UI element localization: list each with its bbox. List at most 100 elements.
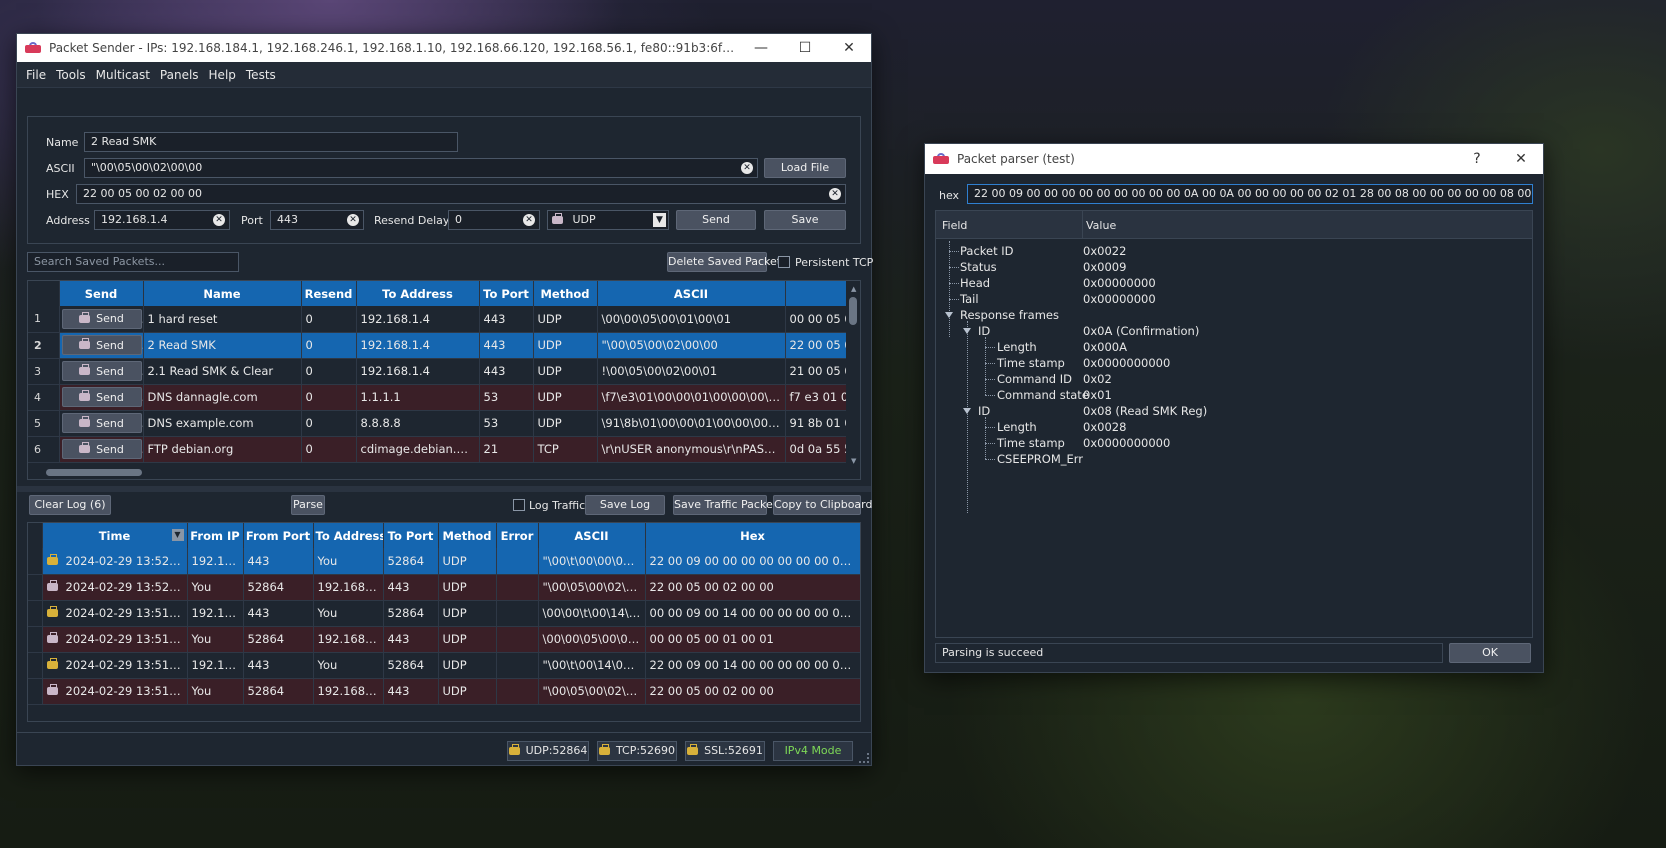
vertical-scrollbar[interactable]: ▲ ▼ (846, 281, 860, 467)
minimize-icon[interactable]: — (739, 34, 783, 62)
menu-tests[interactable]: Tests (241, 68, 281, 82)
col-method[interactable]: Method (533, 281, 598, 306)
search-input[interactable]: Search Saved Packets... (27, 252, 239, 272)
splitter-handle[interactable] (17, 486, 871, 492)
col-to-port[interactable]: To Port (383, 523, 439, 548)
load-file-button[interactable]: Load File (764, 158, 846, 178)
save-traffic-packet-button[interactable]: Save Traffic Packet (673, 495, 777, 515)
row-send-button[interactable]: Send (61, 387, 142, 407)
copy-to-clipboard-button[interactable]: Copy to Clipboard (773, 495, 872, 515)
tree-field[interactable]: Command ID (997, 372, 1072, 386)
menu-file[interactable]: File (21, 68, 51, 82)
menu-tools[interactable]: Tools (51, 68, 91, 82)
clear-log-button[interactable]: Clear Log (6) (29, 495, 111, 515)
tree-field[interactable]: CSEEPROM_Err (997, 452, 1083, 466)
col-ascii[interactable]: ASCII (538, 523, 646, 548)
log-row[interactable]: 2024-02-29 13:51:33.935 192.168.... 443 … (28, 652, 860, 679)
collapse-response-frames-icon[interactable] (945, 312, 953, 318)
delete-saved-packet-button[interactable]: Delete Saved Packet (667, 252, 781, 272)
log-traffic-checkbox[interactable] (513, 499, 525, 511)
row-send-button[interactable]: Send (61, 335, 142, 355)
save-log-button[interactable]: Save Log (585, 495, 665, 515)
parser-titlebar[interactable]: Packet parser (test) ? ✕ (925, 144, 1543, 174)
tree-field[interactable]: Head (960, 276, 990, 290)
col-name[interactable]: Name (143, 281, 302, 306)
col-to-address[interactable]: To Address (356, 281, 480, 306)
send-button[interactable]: Send (676, 210, 756, 230)
collapse-id1-icon[interactable] (963, 328, 971, 334)
col-time[interactable]: Time ▼ (42, 523, 188, 548)
protocol-select[interactable]: UDP ▼ (547, 210, 669, 230)
clear-hex-icon[interactable]: ✕ (829, 188, 841, 200)
col-from-ip[interactable]: From IP (187, 523, 244, 548)
tree-field[interactable]: Response frames (960, 308, 1059, 322)
col-send[interactable]: Send (59, 281, 144, 306)
resize-grip-icon[interactable] (859, 753, 869, 763)
col-from-port[interactable]: From Port (243, 523, 314, 548)
name-input[interactable]: 2 Read SMK (84, 132, 458, 152)
table-row-selected[interactable]: 2 Send 2 Read SMK 0 192.168.1.4 443 UDP … (28, 332, 860, 359)
col-method[interactable]: Method (438, 523, 497, 548)
tree-field[interactable]: Packet ID (960, 244, 1014, 258)
col-ascii[interactable]: ASCII (597, 281, 786, 306)
log-row[interactable]: 2024-02-29 13:51:57.980 192.168.... 443 … (28, 600, 860, 627)
table-row[interactable]: 3 Send 2.1 Read SMK & Clear 0 192.168.1.… (28, 358, 860, 385)
parser-hex-input[interactable]: 22 00 09 00 00 00 00 00 00 00 00 00 0A 0… (967, 184, 1533, 204)
tree-field[interactable]: Time stamp (997, 356, 1065, 370)
col-value[interactable]: Value (1086, 219, 1116, 232)
col-hex[interactable]: Hex (645, 523, 860, 548)
tree-field[interactable]: ID (978, 324, 990, 338)
log-row[interactable]: 2024-02-29 13:51:57.965 You 52864 192.16… (28, 626, 860, 653)
persistent-tcp-checkbox[interactable] (778, 256, 790, 268)
close-icon[interactable]: ✕ (827, 34, 871, 62)
menu-panels[interactable]: Panels (155, 68, 204, 82)
table-row[interactable]: 6 Send FTP debian.org 0 cdimage.debian.o… (28, 436, 860, 463)
horizontal-scrollbar[interactable] (28, 465, 848, 479)
ipv4-mode-badge[interactable]: IPv4 Mode (773, 741, 853, 761)
parse-button[interactable]: Parse (291, 495, 325, 515)
tree-field[interactable]: Length (997, 420, 1037, 434)
scroll-thumb[interactable] (849, 297, 857, 325)
hex-input[interactable]: 22 00 05 00 02 00 00 ✕ (76, 184, 846, 204)
save-button[interactable]: Save (764, 210, 846, 230)
clear-port-icon[interactable]: ✕ (347, 214, 359, 226)
clear-address-icon[interactable]: ✕ (213, 214, 225, 226)
collapse-id2-icon[interactable] (963, 408, 971, 414)
log-row[interactable]: 2024-02-29 13:51:33.935 You 52864 192.16… (28, 678, 860, 705)
main-titlebar[interactable]: Packet Sender - IPs: 192.168.184.1, 192.… (17, 34, 871, 62)
tree-field[interactable]: Status (960, 260, 997, 274)
col-to-address[interactable]: To Address (313, 523, 384, 548)
parser-close-icon[interactable]: ✕ (1499, 145, 1543, 173)
port-input[interactable]: 443 ✕ (270, 210, 364, 230)
ok-button[interactable]: OK (1449, 643, 1531, 663)
help-icon[interactable]: ? (1455, 145, 1499, 173)
table-row[interactable]: 5 Send DNS example.com 0 8.8.8.8 53 UDP … (28, 410, 860, 437)
tree-field[interactable]: ID (978, 404, 990, 418)
tree-field[interactable]: Length (997, 340, 1037, 354)
clear-ascii-icon[interactable]: ✕ (741, 162, 753, 174)
chevron-down-icon[interactable]: ▼ (653, 213, 666, 227)
ascii-input[interactable]: "\00\05\00\02\00\00 ✕ (84, 158, 758, 178)
menu-help[interactable]: Help (204, 68, 241, 82)
col-error[interactable]: Error (496, 523, 539, 548)
ssl-port-badge[interactable]: SSL:52691 (685, 741, 765, 761)
table-row[interactable]: 1 Send 1 hard reset 0 192.168.1.4 443 UD… (28, 306, 860, 333)
clear-resend-icon[interactable]: ✕ (523, 214, 535, 226)
maximize-icon[interactable]: ☐ (783, 34, 827, 62)
h-scroll-thumb[interactable] (46, 469, 142, 476)
row-send-button[interactable]: Send (61, 361, 142, 381)
udp-port-badge[interactable]: UDP:52864 (507, 741, 589, 761)
row-send-button[interactable]: Send (61, 308, 142, 329)
row-send-button[interactable]: Send (61, 439, 142, 459)
row-send-button[interactable]: Send (61, 413, 142, 433)
resend-delay-input[interactable]: 0 ✕ (448, 210, 540, 230)
col-field[interactable]: Field (942, 219, 967, 232)
tcp-port-badge[interactable]: TCP:52690 (597, 741, 677, 761)
sort-down-icon[interactable]: ▼ (171, 529, 184, 541)
table-row[interactable]: 4 Send DNS dannagle.com 0 1.1.1.1 53 UDP… (28, 384, 860, 411)
tree-field[interactable]: Command state (997, 388, 1089, 402)
tree-field[interactable]: Tail (960, 292, 979, 306)
address-input[interactable]: 192.168.1.4 ✕ (94, 210, 230, 230)
col-to-port[interactable]: To Port (479, 281, 534, 306)
log-row-selected[interactable]: 2024-02-29 13:52:00.917 192.168.... 443 … (28, 548, 860, 575)
